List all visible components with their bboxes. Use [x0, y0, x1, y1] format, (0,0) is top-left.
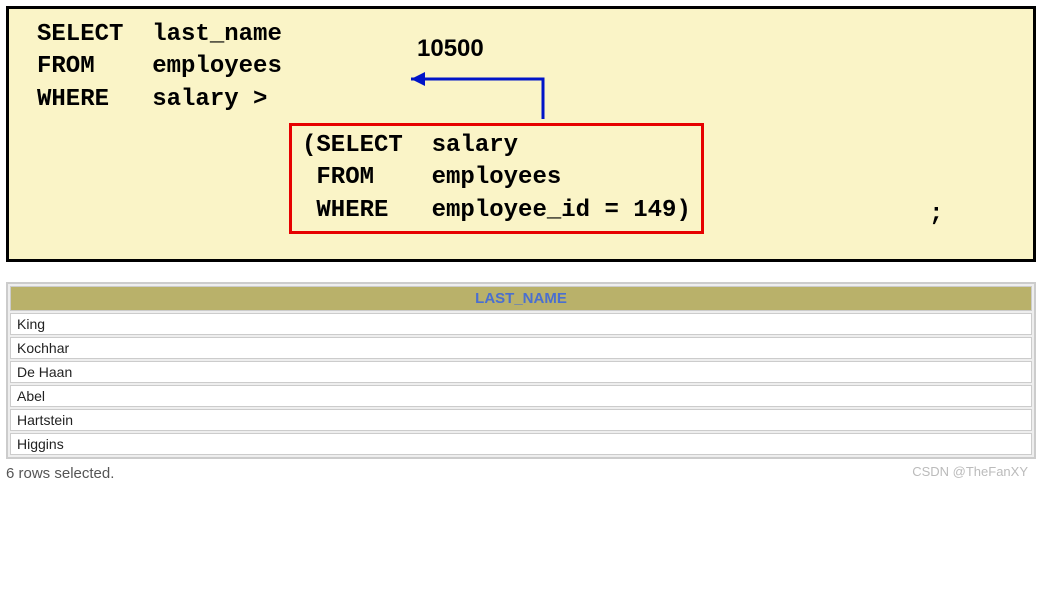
table-row: Abel	[10, 385, 1032, 407]
column-header-last-name: LAST_NAME	[10, 286, 1032, 311]
table-row: Hartstein	[10, 409, 1032, 431]
table-row: King	[10, 313, 1032, 335]
watermark-text: CSDN @TheFanXY	[6, 464, 1036, 479]
cell: Hartstein	[10, 409, 1032, 431]
terminator-semicolon: ;	[929, 199, 943, 231]
table-row: Higgins	[10, 433, 1032, 455]
result-area: LAST_NAME King Kochhar De Haan Abel Hart…	[6, 282, 1036, 479]
outer-query-text: SELECT last_name FROM employees WHERE sa…	[37, 19, 282, 116]
result-table: LAST_NAME King Kochhar De Haan Abel Hart…	[6, 282, 1036, 459]
cell: Kochhar	[10, 337, 1032, 359]
table-row: De Haan	[10, 361, 1032, 383]
arrow-icon	[403, 69, 553, 124]
subquery-box: (SELECT salary FROM employees WHERE empl…	[289, 123, 704, 234]
sql-code-panel: SELECT last_name FROM employees WHERE sa…	[6, 6, 1036, 262]
cell: Abel	[10, 385, 1032, 407]
table-row: Kochhar	[10, 337, 1032, 359]
cell: King	[10, 313, 1032, 335]
cell: Higgins	[10, 433, 1032, 455]
subquery-result-annotation: 10500	[417, 33, 484, 65]
cell: De Haan	[10, 361, 1032, 383]
